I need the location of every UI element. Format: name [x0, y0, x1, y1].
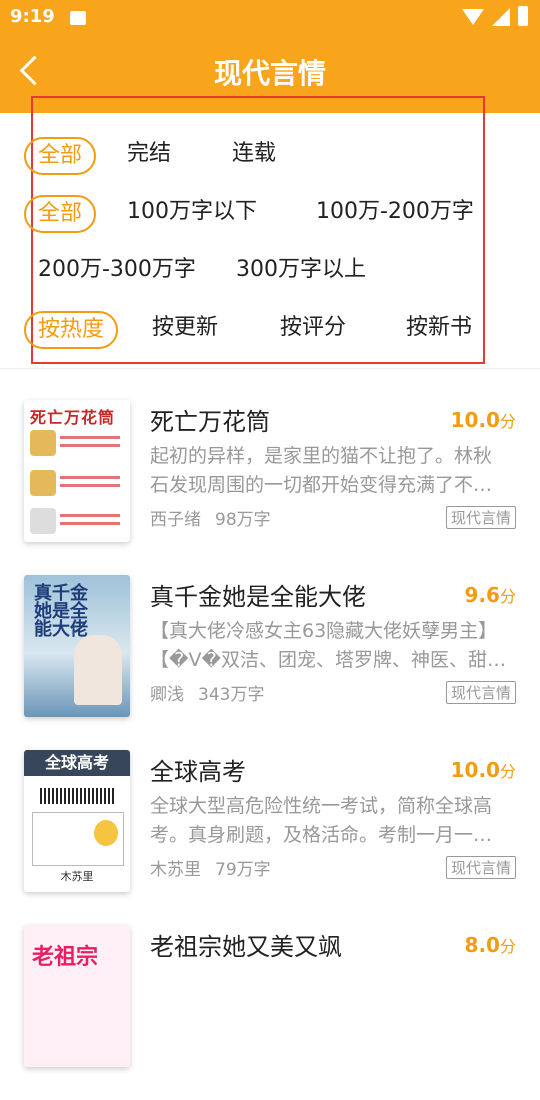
book-category-tag: 现代言情: [445, 856, 516, 879]
cover-author: 木苏里: [60, 870, 94, 883]
book-description: 起初的异样，是家里的猫不让抱了。林秋石发现周围的一切都开始变得充满了不对劲……: [150, 445, 493, 496]
status-time: 9:19: [10, 6, 55, 27]
book-cover[interactable]: 老祖宗: [24, 925, 130, 1067]
score-unit: 分: [499, 412, 516, 431]
cover-illustration: [74, 635, 122, 705]
book-score: 10.0分: [451, 758, 516, 782]
sort-updated[interactable]: 按更新: [152, 311, 218, 345]
book-item[interactable]: 真千金她是全能大佬 真千金她是全能大佬 9.6分 【真大佬冷感女主63隐藏大佬妖…: [0, 575, 540, 750]
book-cover[interactable]: 死亡万花筒: [24, 400, 130, 542]
filter-status-all[interactable]: 全部: [24, 137, 97, 175]
cover-text-lines: [60, 476, 120, 479]
book-title[interactable]: 死亡万花筒: [150, 402, 270, 437]
signal-icon: [492, 8, 510, 26]
battery-icon: [518, 6, 528, 26]
cover-art-row: [30, 470, 124, 496]
book-meta: 卿浅 343万字: [150, 680, 278, 705]
cover-face: [30, 430, 56, 456]
book-author: 木苏里: [150, 860, 201, 880]
filter-words-over-300w[interactable]: 300万字以上: [236, 253, 366, 287]
cover-title: 全球高考: [24, 750, 130, 776]
book-meta: 西子绪 98万字: [150, 505, 285, 530]
sort-rating[interactable]: 按评分: [280, 311, 346, 345]
score-unit: 分: [499, 587, 516, 606]
book-author: 西子绪: [150, 510, 201, 530]
cover-art-row: [30, 430, 124, 456]
score-unit: 分: [499, 762, 516, 781]
filter-words-200w-300w[interactable]: 200万-300万字: [38, 253, 196, 287]
cover-text-lines: [60, 514, 120, 517]
cover-barcode: [40, 788, 114, 804]
cover-photo: [94, 820, 118, 846]
book-title[interactable]: 老祖宗她又美又飒: [150, 927, 342, 962]
book-cover[interactable]: 全球高考 木苏里: [24, 750, 130, 892]
book-title[interactable]: 真千金她是全能大佬: [150, 577, 366, 612]
sort-new[interactable]: 按新书: [406, 311, 472, 345]
filter-words-under-100w[interactable]: 100万字以下: [127, 195, 257, 229]
book-wordcount: 79万字: [215, 860, 271, 880]
book-meta: 木苏里 79万字: [150, 855, 285, 880]
book-cover[interactable]: 真千金她是全能大佬: [24, 575, 130, 717]
cover-title: 真千金她是全能大佬: [34, 583, 88, 640]
wifi-icon: [462, 9, 484, 25]
filter-words-all[interactable]: 全部: [24, 195, 97, 233]
book-score: 9.6分: [465, 583, 516, 607]
status-bar: 9:19: [0, 0, 540, 36]
cover-text-lines: [60, 436, 120, 439]
book-item[interactable]: 老祖宗 老祖宗她又美又飒 8.0分: [0, 925, 540, 1100]
cover-face: [30, 470, 56, 496]
book-category-tag: 现代言情: [445, 506, 516, 529]
book-score: 8.0分: [465, 933, 516, 957]
cover-art-row: [30, 508, 124, 534]
cover-face: [30, 508, 56, 534]
book-item[interactable]: 全球高考 木苏里 全球高考 10.0分 全球大型高危险性统一考试，简称全球高考。…: [0, 750, 540, 925]
book-title[interactable]: 全球高考: [150, 752, 246, 787]
book-item[interactable]: 死亡万花筒 死亡万花筒 10.0分 起初的异样，是家里的猫不让抱了。林秋石发现周…: [0, 400, 540, 575]
book-author: 卿浅: [150, 685, 184, 705]
score-value: 8.0: [464, 933, 500, 957]
book-description: 全球大型高危险性统一考试，简称全球高考。真身刷题，及格活命。考制一月一次……: [150, 795, 493, 846]
cover-title: 老祖宗: [32, 945, 99, 970]
image-notification-icon: [70, 11, 86, 25]
book-category-tag: 现代言情: [445, 681, 516, 704]
score-unit: 分: [499, 937, 516, 956]
score-value: 10.0: [450, 408, 500, 432]
filter-status-ongoing[interactable]: 连载: [232, 137, 276, 171]
score-value: 10.0: [450, 758, 500, 782]
book-description: 【真大佬冷感女主63隐藏大佬妖孽男主】【�V�双洁、团宠、塔罗牌、神医、甜燃爽】: [150, 620, 506, 671]
book-wordcount: 343万字: [198, 685, 265, 705]
score-value: 9.6: [464, 583, 500, 607]
page-title: 现代言情: [213, 57, 326, 90]
book-wordcount: 98万字: [215, 510, 271, 530]
sort-hot[interactable]: 按热度: [24, 311, 119, 349]
cover-title: 死亡万花筒: [30, 408, 116, 427]
filter-divider: [0, 368, 540, 369]
filter-status-finished[interactable]: 完结: [127, 137, 171, 171]
filter-words-100w-200w[interactable]: 100万-200万字: [316, 195, 474, 229]
book-score: 10.0分: [451, 408, 516, 432]
